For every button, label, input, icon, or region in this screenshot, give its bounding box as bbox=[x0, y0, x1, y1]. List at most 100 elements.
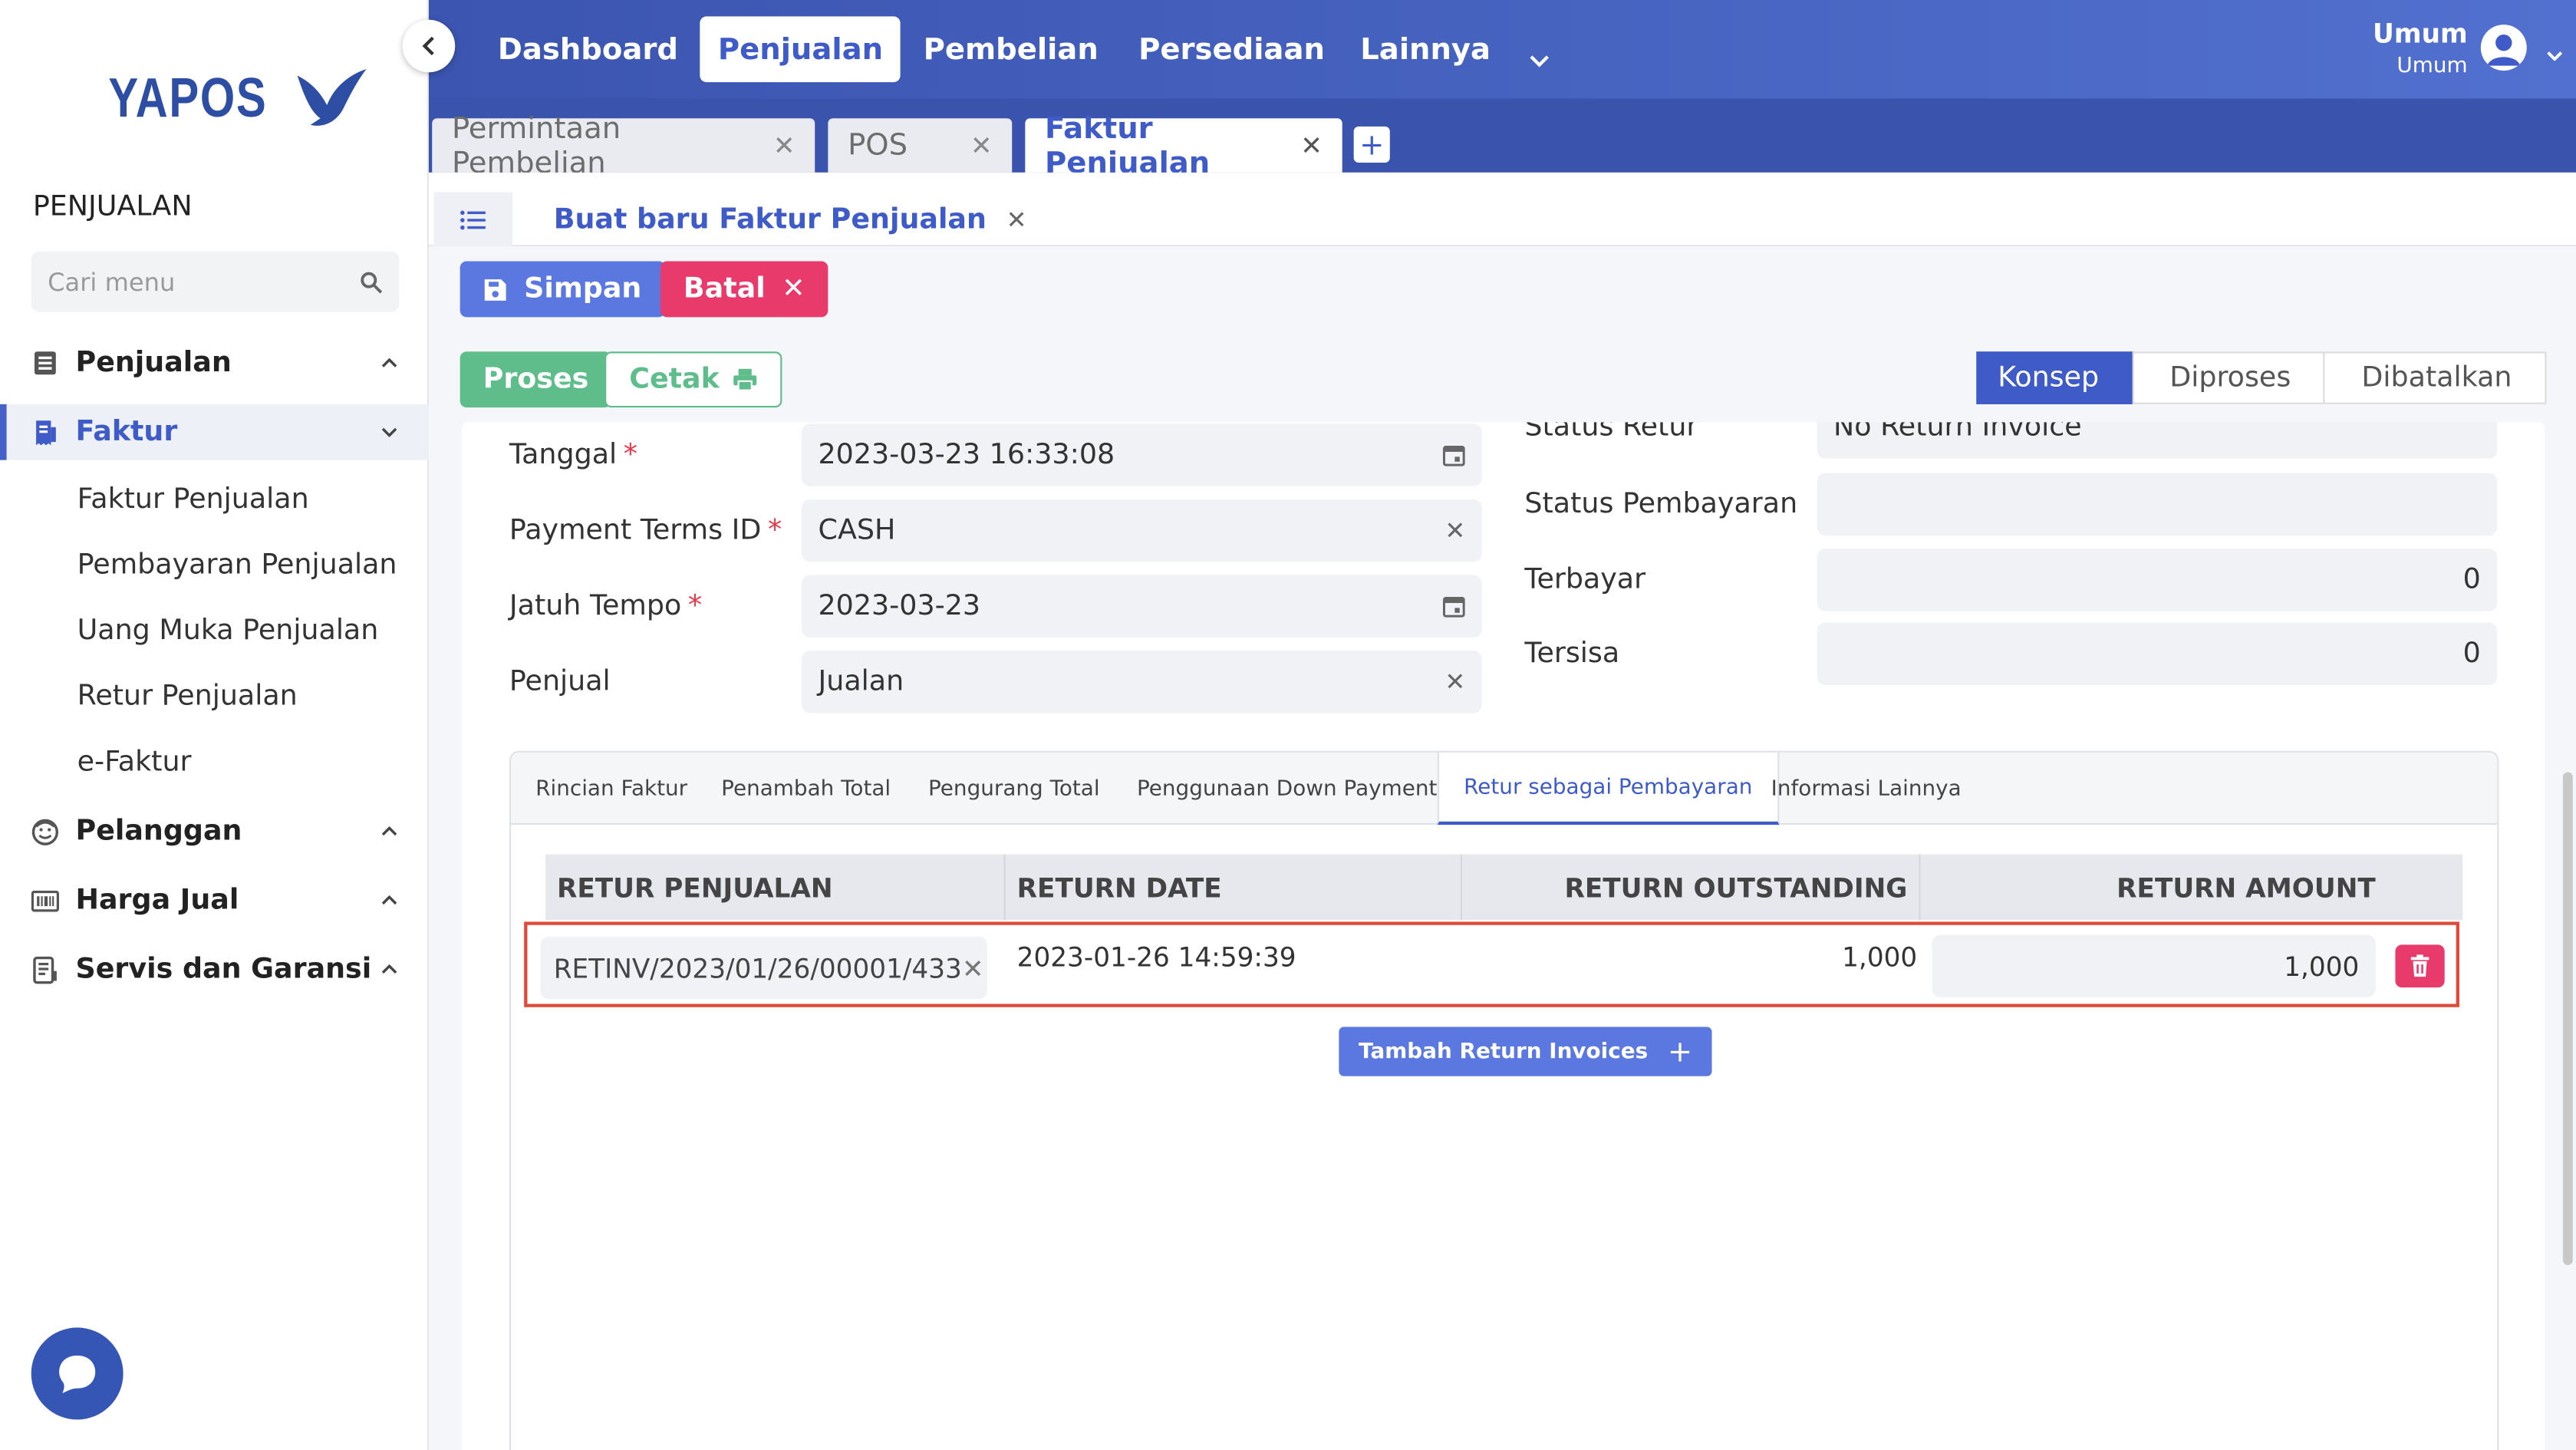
tab-rincian-faktur[interactable]: Rincian Faktur bbox=[511, 753, 712, 825]
payment-terms-label: Payment Terms ID * bbox=[509, 514, 782, 548]
print-label: Cetak bbox=[629, 363, 720, 397]
sidebar-group-faktur[interactable]: Faktur bbox=[0, 404, 429, 460]
window-tab-faktur-penjualan[interactable]: Faktur Penjualan ✕ bbox=[1025, 111, 1342, 180]
tab-informasi-lainnya[interactable]: Informasi Lainnya bbox=[1747, 753, 1986, 825]
tab-penambah-total[interactable]: Penambah Total bbox=[697, 753, 915, 825]
window-tab-permintaan-pembelian[interactable]: Permintaan Pembelian ✕ bbox=[432, 111, 815, 180]
sidebar-item-uang-muka-penjualan[interactable]: Uang Muka Penjualan bbox=[77, 615, 379, 648]
step-diproses[interactable]: Diproses bbox=[2131, 351, 2326, 404]
sidebar-group-label: Servis dan Garansi bbox=[75, 953, 372, 986]
chevron-down-icon bbox=[373, 427, 406, 437]
retur-invoice-select[interactable]: RETINV/2023/01/26/00001/433 ✕ bbox=[540, 936, 988, 1000]
print-button[interactable]: Cetak bbox=[604, 351, 782, 408]
nav-persediaan[interactable]: Persediaan bbox=[1121, 16, 1343, 82]
user-info[interactable]: Umum Umum bbox=[2373, 18, 2468, 79]
window-tab-label: Faktur Penjualan bbox=[1045, 110, 1211, 180]
tanggal-field[interactable]: 2023-03-23 16:33:08 bbox=[802, 423, 1482, 486]
column-header-return-date: RETURN DATE bbox=[1006, 854, 1463, 921]
add-return-invoices-button[interactable]: Tambah Return Invoices + bbox=[1339, 1027, 1712, 1076]
sidebar-group-pelanggan[interactable]: Pelanggan bbox=[0, 803, 429, 859]
tanggal-label: Tanggal * bbox=[509, 438, 637, 472]
save-button[interactable]: Simpan bbox=[460, 261, 665, 318]
menu-search-placeholder: Cari menu bbox=[48, 267, 176, 297]
tab-pengurang-total[interactable]: Pengurang Total bbox=[904, 753, 1125, 825]
bird-logo-icon bbox=[297, 68, 367, 126]
tersisa-field: 0 bbox=[1817, 622, 2498, 686]
search-icon bbox=[361, 271, 383, 293]
clear-icon[interactable]: ✕ bbox=[1444, 516, 1465, 545]
avatar[interactable] bbox=[2480, 25, 2527, 71]
column-header-retur-penjualan: RETUR PENJUALAN bbox=[545, 854, 1006, 921]
scrollbar[interactable] bbox=[2562, 772, 2573, 1266]
return-amount-input[interactable]: 1,000 bbox=[1932, 934, 2376, 997]
sidebar-collapse-button[interactable] bbox=[402, 19, 456, 73]
window-tab-pos[interactable]: POS ✕ bbox=[828, 118, 1013, 173]
nav-pembelian[interactable]: Pembelian bbox=[905, 16, 1116, 82]
invoice-detail-panel: Rincian Faktur Penambah Total Pengurang … bbox=[509, 750, 2499, 1450]
penjual-select[interactable]: Jualan ✕ bbox=[802, 651, 1482, 713]
receipt-icon bbox=[30, 417, 60, 447]
clear-icon[interactable]: ✕ bbox=[962, 952, 984, 984]
terbayar-value: 0 bbox=[2462, 563, 2481, 597]
close-icon[interactable]: ✕ bbox=[1300, 130, 1323, 161]
nav-lainnya[interactable]: Lainnya bbox=[1342, 16, 1509, 82]
close-icon[interactable]: ✕ bbox=[1006, 205, 1027, 235]
window-tab-label: Permintaan Pembelian bbox=[451, 110, 621, 180]
tersisa-label: Tersisa bbox=[1524, 637, 1620, 671]
delete-row-button[interactable] bbox=[2395, 944, 2445, 988]
add-return-invoices-label: Tambah Return Invoices bbox=[1359, 1039, 1649, 1064]
document-tab-new-invoice[interactable]: Buat baru Faktur Penjualan ✕ bbox=[534, 193, 1046, 247]
more-nav-chevron-icon[interactable] bbox=[1530, 43, 1550, 74]
logo-text: YAPOS bbox=[108, 66, 268, 130]
tab-penggunaan-down-payment[interactable]: Penggunaan Down Payment bbox=[1112, 753, 1462, 825]
close-icon: ✕ bbox=[782, 272, 805, 306]
column-header-return-amount: RETURN AMOUNT bbox=[2116, 872, 2376, 903]
window-tab-label: POS bbox=[848, 128, 908, 163]
clear-icon[interactable]: ✕ bbox=[1444, 667, 1465, 697]
sidebar-group-label: Pelanggan bbox=[75, 815, 242, 849]
tab-retur-sebagai-pembayaran[interactable]: Retur sebagai Pembayaran bbox=[1437, 752, 1779, 826]
sidebar-group-label: Penjualan bbox=[75, 346, 232, 380]
penjual-label: Penjual bbox=[509, 665, 611, 699]
sidebar-group-penjualan[interactable]: Penjualan bbox=[0, 335, 429, 391]
status-pembayaran-label: Status Pembayaran bbox=[1524, 488, 1798, 521]
return-table-header: RETUR PENJUALAN RETURN DATE RETURN OUTST… bbox=[545, 854, 2463, 921]
printer-icon bbox=[733, 368, 757, 391]
retur-invoice-value: RETINV/2023/01/26/00001/433 bbox=[553, 952, 962, 984]
process-button[interactable]: Proses bbox=[460, 351, 612, 408]
chevron-down-icon[interactable] bbox=[2546, 36, 2563, 68]
calendar-icon[interactable] bbox=[1442, 595, 1465, 618]
add-tab-button[interactable]: + bbox=[1353, 126, 1390, 163]
chat-support-button[interactable] bbox=[31, 1327, 124, 1420]
cancel-label: Batal bbox=[683, 272, 766, 306]
chevron-up-icon bbox=[373, 895, 406, 905]
chevron-left-icon bbox=[422, 36, 434, 56]
sidebar-item-faktur-penjualan[interactable]: Faktur Penjualan bbox=[77, 483, 309, 516]
tersisa-value: 0 bbox=[2462, 637, 2481, 671]
sidebar-item-retur-penjualan[interactable]: Retur Penjualan bbox=[77, 681, 298, 713]
terbayar-label: Terbayar bbox=[1524, 563, 1646, 597]
cancel-button[interactable]: Batal ✕ bbox=[660, 261, 828, 318]
status-pembayaran-field bbox=[1817, 473, 2498, 536]
table-row: RETINV/2023/01/26/00001/433 ✕ 2023-01-26… bbox=[524, 921, 2459, 1007]
payment-terms-select[interactable]: CASH ✕ bbox=[802, 499, 1482, 562]
sidebar-group-servis-dan-garansi[interactable]: Servis dan Garansi bbox=[0, 941, 429, 997]
list-view-button[interactable] bbox=[433, 192, 513, 247]
sidebar-item-pembayaran-penjualan[interactable]: Pembayaran Penjualan bbox=[77, 549, 397, 582]
step-konsep[interactable]: Konsep bbox=[1976, 351, 2134, 404]
sidebar-item-e-faktur[interactable]: e-Faktur bbox=[77, 746, 192, 779]
trash-icon bbox=[2410, 954, 2429, 977]
menu-search-input[interactable]: Cari menu bbox=[31, 251, 400, 312]
tanggal-value: 2023-03-23 16:33:08 bbox=[818, 438, 1115, 472]
nav-penjualan[interactable]: Penjualan bbox=[700, 16, 901, 83]
jatuh-tempo-field[interactable]: 2023-03-23 bbox=[802, 575, 1482, 638]
save-label: Simpan bbox=[524, 272, 642, 306]
sidebar-group-harga-jual[interactable]: Harga Jual bbox=[0, 872, 429, 928]
payment-terms-value: CASH bbox=[818, 514, 896, 548]
return-amount-value: 1,000 bbox=[2284, 950, 2360, 982]
nav-dashboard[interactable]: Dashboard bbox=[479, 16, 696, 82]
close-icon[interactable]: ✕ bbox=[773, 130, 796, 161]
step-dibatalkan[interactable]: Dibatalkan bbox=[2324, 351, 2547, 404]
calendar-icon[interactable] bbox=[1442, 443, 1465, 466]
close-icon[interactable]: ✕ bbox=[970, 130, 993, 161]
